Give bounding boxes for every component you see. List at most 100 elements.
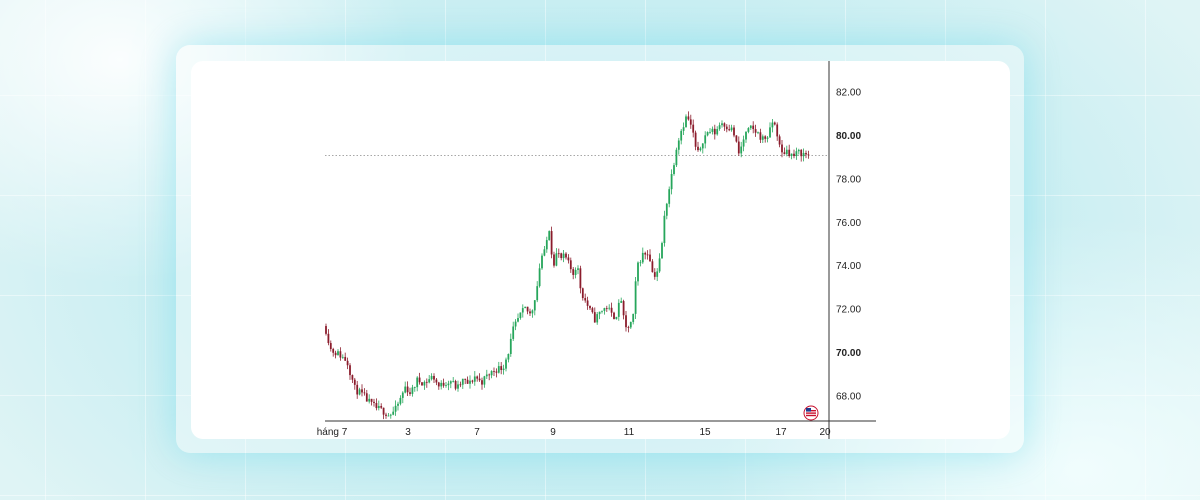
candle-body bbox=[437, 382, 440, 387]
candle-body bbox=[766, 137, 769, 139]
candle-body bbox=[380, 405, 383, 408]
x-tick-label: 11 bbox=[624, 427, 635, 438]
candle-body bbox=[471, 380, 474, 382]
candle-body bbox=[464, 378, 467, 380]
candle-body bbox=[682, 127, 685, 131]
candle-body bbox=[524, 306, 527, 309]
candle-body bbox=[447, 383, 450, 386]
candle-body bbox=[409, 392, 411, 394]
candle-body bbox=[531, 310, 534, 314]
candle-body bbox=[406, 386, 409, 393]
x-tick-label: 3 bbox=[405, 427, 411, 438]
candle-body bbox=[373, 401, 375, 403]
candle-body bbox=[353, 379, 356, 385]
candle-body bbox=[385, 414, 387, 416]
candle-body bbox=[769, 127, 771, 138]
candle-body bbox=[500, 366, 503, 371]
candle-body bbox=[483, 376, 486, 385]
candle-body bbox=[637, 262, 639, 282]
candle-body bbox=[358, 389, 361, 395]
candle-body bbox=[805, 152, 807, 155]
candle-body bbox=[421, 382, 423, 386]
candle-body bbox=[430, 375, 433, 380]
y-tick-label: 82.00 bbox=[836, 87, 861, 98]
candle-body bbox=[466, 379, 469, 384]
candle-body bbox=[435, 379, 438, 383]
candle-body bbox=[745, 131, 747, 140]
candle-body bbox=[757, 132, 759, 134]
candle-body bbox=[764, 136, 767, 139]
candle-body bbox=[459, 384, 462, 386]
y-tick-label: 68.00 bbox=[836, 392, 861, 403]
candle-body bbox=[370, 398, 373, 402]
candle-body bbox=[649, 254, 651, 262]
candle-body bbox=[694, 132, 697, 147]
candle-body bbox=[560, 253, 563, 259]
candle-body bbox=[507, 353, 510, 360]
candle-body bbox=[394, 405, 397, 412]
candle-body bbox=[411, 387, 414, 394]
candle-body bbox=[382, 407, 385, 415]
us-flag-icon[interactable] bbox=[803, 405, 819, 421]
candle-body bbox=[553, 254, 555, 266]
candle-body bbox=[401, 392, 404, 398]
candle-body bbox=[490, 371, 493, 376]
candle-body bbox=[469, 380, 471, 384]
candle-body bbox=[428, 379, 431, 383]
candle-body bbox=[620, 301, 623, 303]
candle-body bbox=[634, 281, 637, 314]
candle-body bbox=[574, 269, 577, 275]
candle-body bbox=[730, 127, 733, 131]
candle-body bbox=[617, 302, 620, 317]
candle-body bbox=[440, 382, 443, 387]
candle-body bbox=[502, 368, 505, 371]
candle-body bbox=[716, 129, 719, 135]
candle-body bbox=[572, 269, 575, 275]
candle-body bbox=[670, 174, 673, 190]
candle-body bbox=[344, 356, 347, 361]
y-tick-label: 78.00 bbox=[836, 174, 861, 185]
candle-body bbox=[709, 131, 711, 133]
y-tick-label: 80.00 bbox=[836, 131, 861, 142]
candle-body bbox=[579, 268, 582, 289]
candle-body bbox=[685, 116, 687, 128]
candle-body bbox=[325, 326, 327, 334]
candle-body bbox=[416, 377, 419, 388]
candle-body bbox=[478, 378, 481, 381]
candle-body bbox=[543, 249, 546, 256]
candle-body bbox=[351, 375, 354, 380]
candle-body bbox=[752, 125, 755, 130]
candle-body bbox=[641, 252, 644, 263]
candle-body bbox=[735, 135, 738, 142]
candle-body bbox=[605, 308, 608, 309]
candle-body bbox=[689, 119, 692, 125]
candle-body bbox=[557, 253, 560, 255]
candle-body bbox=[701, 143, 704, 149]
y-axis-ticks: 68.00 70.00 72.00 74.00 76.00 78.00 80.0… bbox=[836, 87, 861, 402]
candle-body bbox=[629, 321, 632, 328]
candle-body bbox=[733, 127, 735, 136]
candle-body bbox=[495, 371, 498, 373]
price-chart[interactable]: 68.00 70.00 72.00 74.00 76.00 78.00 80.0… bbox=[191, 61, 1010, 439]
candle-body bbox=[445, 385, 447, 386]
candle-body bbox=[526, 306, 529, 312]
candle-body bbox=[598, 311, 601, 315]
candle-body bbox=[418, 377, 421, 383]
candle-body bbox=[327, 333, 330, 344]
candle-body bbox=[740, 146, 743, 154]
x-tick-label: 17 bbox=[775, 427, 787, 438]
candle-body bbox=[668, 189, 671, 204]
candle-body bbox=[341, 356, 344, 358]
candle-body bbox=[433, 375, 435, 380]
candle-body bbox=[562, 253, 565, 259]
candle-body bbox=[742, 139, 745, 147]
candle-body bbox=[687, 116, 690, 120]
candle-body bbox=[596, 314, 599, 323]
candle-body bbox=[538, 268, 541, 287]
candle-body bbox=[485, 374, 488, 377]
candle-body bbox=[725, 126, 728, 130]
candle-body bbox=[389, 414, 392, 416]
y-tick-label: 76.00 bbox=[836, 218, 861, 229]
candle-body bbox=[656, 271, 659, 277]
candle-body bbox=[548, 231, 551, 241]
